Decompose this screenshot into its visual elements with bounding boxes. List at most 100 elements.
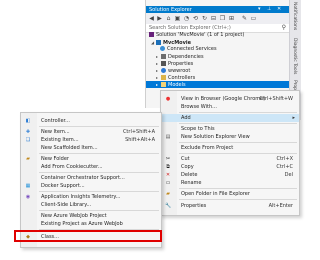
switch-views-icon[interactable]: ▣ bbox=[174, 15, 181, 22]
show-all-files-icon[interactable]: ❐ bbox=[219, 15, 226, 22]
menu-item-scope-to-this[interactable]: Scope to This bbox=[161, 125, 299, 133]
menu-item-label: Docker Support... bbox=[41, 183, 85, 189]
menu-item-docker-support[interactable]: ▦ Docker Support... bbox=[21, 182, 161, 190]
preview-icon[interactable]: ▭ bbox=[250, 15, 257, 22]
tab-notifications[interactable]: Notifications bbox=[292, 2, 297, 30]
tree-controllers[interactable]: ▸ Controllers bbox=[156, 74, 195, 81]
project-context-menu: ● View in Browser (Google Chrome) Ctrl+S… bbox=[160, 90, 300, 216]
globe-icon bbox=[161, 68, 166, 73]
menu-item-label: New Azure WebJob Project bbox=[41, 213, 107, 219]
menu-item-shortcut: Shift+Alt+A bbox=[125, 137, 155, 143]
menu-item-new-folder[interactable]: ▰ New Folder bbox=[21, 155, 161, 163]
menu-item-client-side-library[interactable]: Client-Side Library... bbox=[21, 201, 161, 209]
menu-item-add-from-cookiecutter[interactable]: Add From Cookiecutter... bbox=[21, 163, 161, 171]
pin-icon[interactable]: ⊥ bbox=[267, 7, 271, 12]
menu-item-properties[interactable]: 🔧 Properties Alt+Enter bbox=[161, 202, 299, 210]
solution-icon bbox=[149, 32, 154, 37]
connected-services-icon bbox=[160, 46, 165, 51]
copy-icon: ⧉ bbox=[166, 164, 170, 170]
tree-wwwroot[interactable]: ▸ wwwroot bbox=[156, 67, 190, 74]
menu-separator bbox=[39, 210, 159, 211]
properties-wrench-icon bbox=[161, 61, 166, 66]
tree-connected-services[interactable]: Connected Services bbox=[160, 46, 217, 53]
menu-item-add[interactable]: Add ▸ bbox=[161, 114, 299, 122]
menu-item-container-orchestrator[interactable]: Container Orchestrator Support... bbox=[21, 174, 161, 182]
sync-icon[interactable]: ⟲ bbox=[192, 15, 199, 22]
application-insights-icon: ◉ bbox=[25, 194, 31, 200]
tab-diagnostic-tools[interactable]: Diagnostic Tools bbox=[292, 38, 297, 74]
docker-icon: ▦ bbox=[25, 183, 31, 189]
scissors-icon: ✂ bbox=[165, 156, 171, 162]
tree-label: Solution 'MvcMovie' (1 of 1 project) bbox=[156, 32, 245, 38]
menu-item-existing-project-azure-webjob[interactable]: Existing Project as Azure WebJob bbox=[21, 220, 161, 228]
menu-separator bbox=[39, 172, 159, 173]
folder-icon bbox=[161, 75, 166, 80]
properties-wrench-icon[interactable]: ✎ bbox=[241, 15, 248, 22]
menu-item-label: Existing Project as Azure WebJob bbox=[41, 221, 123, 227]
menu-item-existing-item[interactable]: ❏ Existing Item... Shift+Alt+A bbox=[21, 136, 161, 144]
back-icon[interactable]: ◀ bbox=[148, 15, 155, 22]
menu-item-label: Delete bbox=[181, 172, 198, 178]
menu-item-new-item[interactable]: ✚ New Item... Ctrl+Shift+A bbox=[21, 128, 161, 136]
menu-item-shortcut: Ctrl+X bbox=[276, 156, 293, 162]
menu-item-cut[interactable]: ✂ Cut Ctrl+X bbox=[161, 155, 299, 163]
controller-icon: ◧ bbox=[25, 118, 31, 124]
menu-item-label: Client-Side Library... bbox=[41, 202, 92, 208]
folder-icon bbox=[161, 82, 166, 87]
search-icon: ⚲ bbox=[281, 24, 286, 31]
menu-item-view-in-browser[interactable]: ● View in Browser (Google Chrome) Ctrl+S… bbox=[161, 95, 299, 103]
collapse-all-icon[interactable]: ⊟ bbox=[210, 15, 217, 22]
home-icon[interactable]: ⌂ bbox=[165, 15, 172, 22]
menu-item-copy[interactable]: ⧉ Copy Ctrl+C bbox=[161, 163, 299, 171]
dropdown-icon[interactable]: ▾ bbox=[258, 7, 261, 12]
menu-item-label: Browse With... bbox=[181, 104, 217, 110]
new-folder-icon: ▰ bbox=[26, 156, 30, 162]
menu-item-application-insights[interactable]: ◉ Application Insights Telemetry... bbox=[21, 193, 161, 201]
forward-icon[interactable]: ▶ bbox=[156, 15, 163, 22]
menu-item-shortcut: Alt+Enter bbox=[268, 203, 293, 209]
add-submenu: ◧ Controller... ✚ New Item... Ctrl+Shift… bbox=[20, 112, 162, 248]
menu-item-label: New Scaffolded Item... bbox=[41, 145, 98, 151]
menu-item-controller[interactable]: ◧ Controller... bbox=[21, 117, 161, 125]
menu-item-new-azure-webjob[interactable]: New Azure WebJob Project bbox=[21, 212, 161, 220]
close-icon[interactable]: ✕ bbox=[277, 7, 281, 12]
menu-item-rename[interactable]: ▭ Rename bbox=[161, 179, 299, 187]
menu-item-label: Add bbox=[181, 115, 191, 121]
menu-item-shortcut: Ctrl+Shift+A bbox=[122, 129, 155, 135]
refresh-icon[interactable]: ↻ bbox=[201, 15, 208, 22]
menu-separator bbox=[39, 153, 159, 154]
tree-dependencies[interactable]: ▸ Dependencies bbox=[156, 53, 204, 60]
view-code-icon[interactable]: ⊞ bbox=[228, 15, 235, 22]
menu-separator bbox=[179, 199, 297, 200]
menu-separator bbox=[39, 126, 159, 127]
pending-changes-icon[interactable]: ◔ bbox=[183, 15, 190, 22]
new-item-icon: ✚ bbox=[25, 129, 31, 135]
tree-label: Models bbox=[168, 82, 186, 88]
dependencies-icon bbox=[161, 54, 166, 59]
tree-properties[interactable]: ▸ Properties bbox=[156, 60, 193, 67]
folder-icon: ▰ bbox=[166, 191, 170, 197]
menu-item-browse-with[interactable]: Browse With... bbox=[161, 103, 299, 111]
menu-separator bbox=[179, 153, 297, 154]
menu-item-delete[interactable]: ✕ Delete Del bbox=[161, 171, 299, 179]
menu-item-label: Application Insights Telemetry... bbox=[41, 194, 121, 200]
menu-item-label: Scope to This bbox=[181, 126, 215, 132]
menu-item-label: Container Orchestrator Support... bbox=[41, 175, 125, 181]
menu-item-label: Rename bbox=[181, 180, 202, 186]
menu-separator bbox=[39, 191, 159, 192]
menu-item-new-solution-explorer-view[interactable]: ▤ New Solution Explorer View bbox=[161, 133, 299, 141]
tree-models[interactable]: ▸ Models bbox=[156, 81, 186, 88]
tree-solution[interactable]: Solution 'MvcMovie' (1 of 1 project) bbox=[149, 32, 244, 39]
menu-item-label: New Item... bbox=[41, 129, 70, 135]
menu-item-new-scaffolded-item[interactable]: New Scaffolded Item... bbox=[21, 144, 161, 152]
tree-project[interactable]: ◢ MvcMovie bbox=[151, 39, 191, 46]
menu-separator bbox=[179, 142, 297, 143]
menu-item-open-folder[interactable]: ▰ Open Folder in File Explorer bbox=[161, 190, 299, 198]
menu-item-exclude-from-project[interactable]: Exclude From Project bbox=[161, 144, 299, 152]
menu-separator bbox=[179, 123, 297, 124]
existing-item-icon: ❏ bbox=[25, 137, 31, 143]
browser-icon: ● bbox=[165, 96, 171, 102]
rename-icon: ▭ bbox=[165, 180, 171, 186]
menu-item-shortcut: Ctrl+Shift+W bbox=[259, 96, 293, 102]
menu-item-shortcut: Ctrl+C bbox=[276, 164, 293, 170]
